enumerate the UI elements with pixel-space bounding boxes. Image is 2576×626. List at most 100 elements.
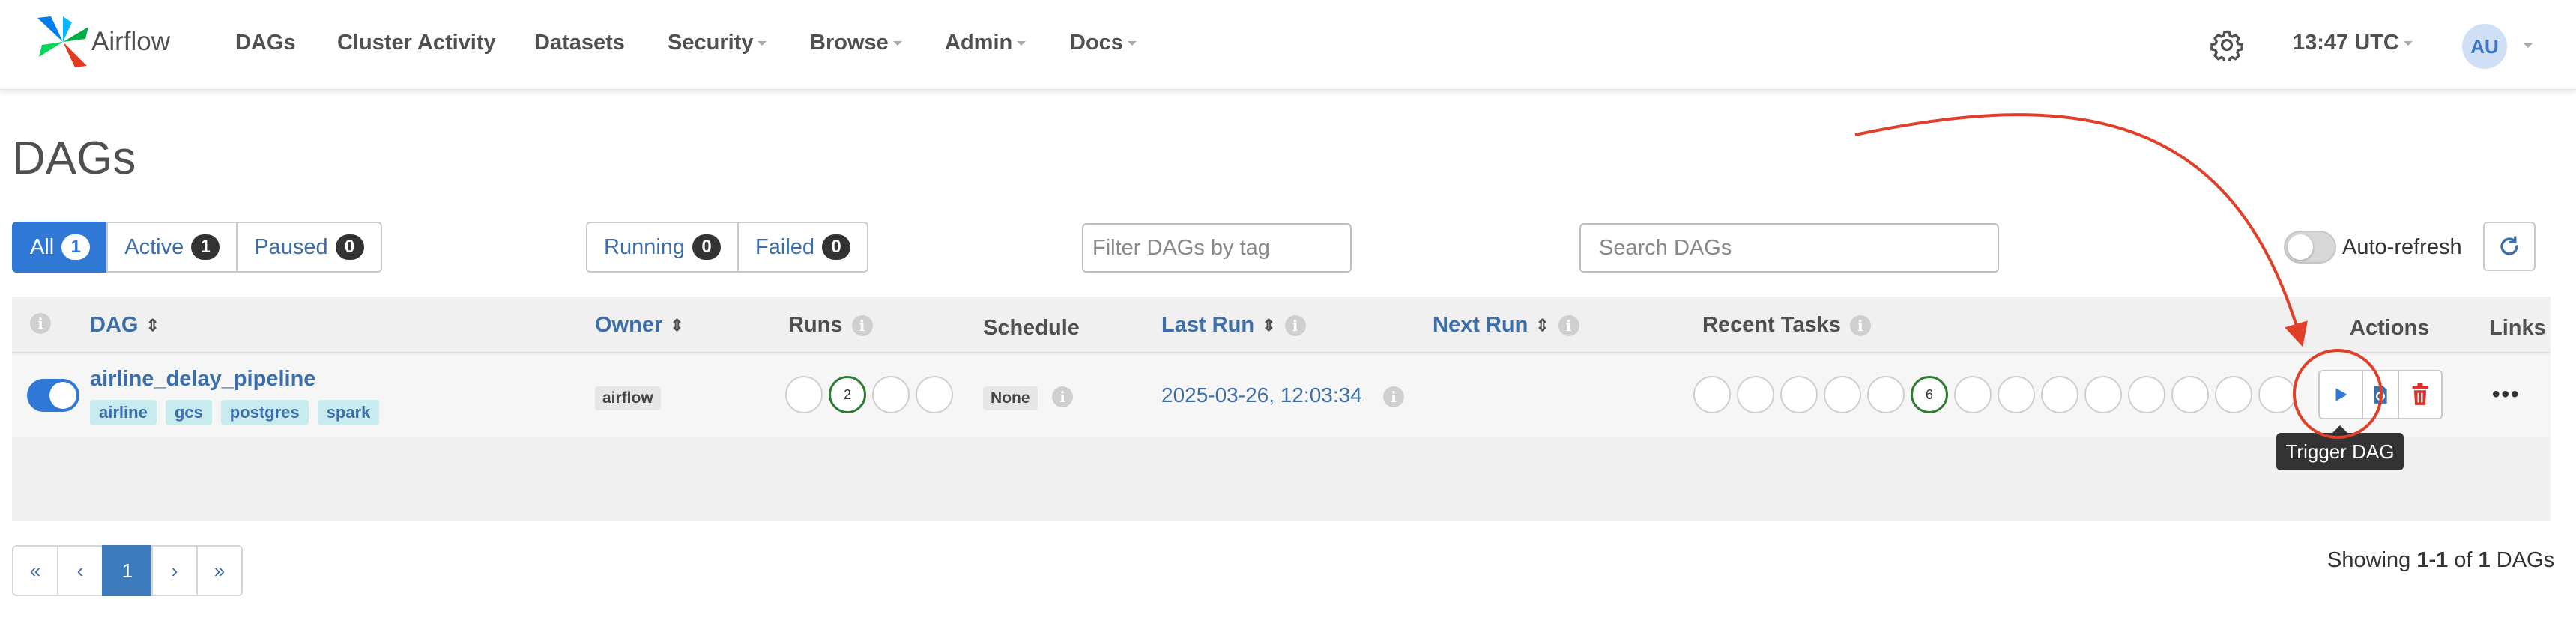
task-state-circle[interactable] xyxy=(1998,376,2035,413)
first-page-button[interactable]: « xyxy=(12,545,58,596)
info-icon[interactable]: i xyxy=(1284,315,1306,337)
run-state-circle[interactable]: 2 xyxy=(829,376,866,413)
more-links-icon[interactable]: ••• xyxy=(2492,382,2521,407)
tag-filter-input[interactable]: Filter DAGs by tag xyxy=(1082,223,1352,273)
nav-security[interactable]: Security xyxy=(668,31,767,55)
trigger-dag-button[interactable] xyxy=(2318,370,2363,419)
task-state-circle[interactable] xyxy=(1693,376,1731,413)
count-badge: 1 xyxy=(191,234,220,260)
results-summary: Showing 1-1 of 1 DAGs xyxy=(2327,548,2555,572)
filter-failed-button[interactable]: Failed 0 xyxy=(737,222,869,273)
count-badge: 1 xyxy=(61,234,91,260)
filter-label: Active xyxy=(124,234,184,259)
nav-docs[interactable]: Docs xyxy=(1070,31,1137,55)
info-icon[interactable]: i xyxy=(1849,315,1871,337)
auto-refresh-toggle[interactable] xyxy=(2284,231,2336,264)
dag-id-link[interactable]: airline_delay_pipeline xyxy=(90,367,315,392)
next-page-button[interactable]: › xyxy=(151,545,198,596)
task-state-circle[interactable] xyxy=(1867,376,1905,413)
task-state-circle[interactable] xyxy=(2041,376,2078,413)
nav-dags[interactable]: DAGs xyxy=(235,31,296,55)
last-page-button[interactable]: » xyxy=(196,545,243,596)
filter-label: All xyxy=(30,234,55,259)
tag-badge[interactable]: spark xyxy=(317,400,380,425)
chevron-down-icon xyxy=(2524,43,2533,48)
filter-label: Failed xyxy=(755,234,815,259)
search-dags-input[interactable]: Search DAGs xyxy=(1579,223,1999,273)
tag-badge[interactable]: airline xyxy=(90,400,157,425)
run-state-circle[interactable] xyxy=(785,376,823,413)
auto-refresh-label: Auto-refresh xyxy=(2342,235,2462,259)
task-state-circle[interactable] xyxy=(1780,376,1818,413)
refresh-button[interactable] xyxy=(2483,222,2536,271)
toggle-knob xyxy=(2288,234,2313,260)
refresh-icon xyxy=(2500,236,2518,255)
dags-table: i DAG ⇕ Owner ⇕ Runs i Schedule Last Run ⇕ i … xyxy=(12,297,2551,521)
info-icon[interactable]: i xyxy=(30,313,51,334)
tag-badge[interactable]: postgres xyxy=(220,400,309,425)
airflow-logo[interactable] xyxy=(33,12,93,72)
refresh-dag-button[interactable] xyxy=(2362,370,2399,419)
task-state-circle[interactable]: 6 xyxy=(1911,376,1948,413)
last-run-link[interactable]: 2025-03-26, 12:03:34 xyxy=(1161,383,1362,407)
filter-label: Running xyxy=(604,234,686,259)
run-state-circle[interactable] xyxy=(916,376,953,413)
sort-icon: ⇕ xyxy=(1262,316,1276,335)
filter-active-button[interactable]: Active 1 xyxy=(106,222,238,273)
task-state-circle[interactable] xyxy=(1954,376,1992,413)
header-schedule: Schedule xyxy=(983,316,1080,340)
task-state-circle[interactable] xyxy=(2128,376,2165,413)
filter-running-button[interactable]: Running 0 xyxy=(586,222,740,273)
header-next-run[interactable]: Next Run ⇕ i xyxy=(1433,313,1579,338)
filter-label: Paused xyxy=(254,234,328,259)
pagination: « ‹ 1 › » xyxy=(12,545,243,596)
user-avatar[interactable]: AU xyxy=(2462,24,2507,69)
nav-datasets[interactable]: Datasets xyxy=(534,31,625,55)
task-state-circle[interactable] xyxy=(2215,376,2252,413)
task-state-circle[interactable] xyxy=(2258,376,2296,413)
info-icon[interactable]: i xyxy=(1383,386,1404,407)
header-owner[interactable]: Owner ⇕ xyxy=(595,313,684,338)
task-state-circle[interactable] xyxy=(1824,376,1861,413)
tag-badge[interactable]: gcs xyxy=(165,400,212,425)
time-display[interactable]: 13:47 UTC xyxy=(2293,31,2413,55)
header-runs: Runs i xyxy=(788,313,873,338)
chevron-down-icon xyxy=(758,41,767,46)
nav-admin[interactable]: Admin xyxy=(945,31,1027,55)
filter-all-button[interactable]: All 1 xyxy=(12,222,109,273)
toggle-knob xyxy=(49,382,76,409)
sort-icon: ⇕ xyxy=(145,316,160,335)
nav-cluster-activity[interactable]: Cluster Activity xyxy=(337,31,496,55)
header-recent-tasks: Recent Tasks i xyxy=(1702,313,1871,338)
info-icon[interactable]: i xyxy=(851,315,873,337)
task-state-circle[interactable] xyxy=(2084,376,2122,413)
run-state-filter-group: Running 0 Failed 0 xyxy=(586,222,869,273)
run-state-circle[interactable] xyxy=(872,376,910,413)
dag-pause-toggle[interactable] xyxy=(27,379,79,412)
filter-paused-button[interactable]: Paused 0 xyxy=(236,222,382,273)
status-filter-group: All 1 Active 1 Paused 0 xyxy=(12,222,382,273)
file-refresh-icon xyxy=(2374,386,2387,404)
gear-icon[interactable] xyxy=(2210,28,2243,61)
chevron-down-icon xyxy=(1127,41,1137,46)
chevron-down-icon xyxy=(1017,41,1027,46)
sort-icon: ⇕ xyxy=(670,316,684,335)
sort-icon: ⇕ xyxy=(1535,316,1549,335)
header-links: Links xyxy=(2489,316,2546,340)
brand-name[interactable]: Airflow xyxy=(91,27,170,57)
count-badge: 0 xyxy=(822,234,851,260)
count-badge: 0 xyxy=(692,234,722,260)
delete-dag-button[interactable] xyxy=(2398,370,2443,419)
task-state-circle[interactable] xyxy=(2171,376,2209,413)
prev-page-button[interactable]: ‹ xyxy=(57,545,103,596)
top-navbar: Airflow DAGs Cluster Activity Datasets S… xyxy=(0,0,2576,90)
page-1-button[interactable]: 1 xyxy=(102,545,153,596)
info-icon[interactable]: i xyxy=(1052,386,1073,407)
owner-badge[interactable]: airflow xyxy=(595,386,661,410)
schedule-badge: None xyxy=(983,386,1038,410)
header-dag[interactable]: DAG ⇕ xyxy=(90,313,160,338)
nav-browse[interactable]: Browse xyxy=(810,31,902,55)
header-last-run[interactable]: Last Run ⇕ i xyxy=(1161,313,1306,338)
task-state-circle[interactable] xyxy=(1737,376,1774,413)
info-icon[interactable]: i xyxy=(1558,315,1579,337)
